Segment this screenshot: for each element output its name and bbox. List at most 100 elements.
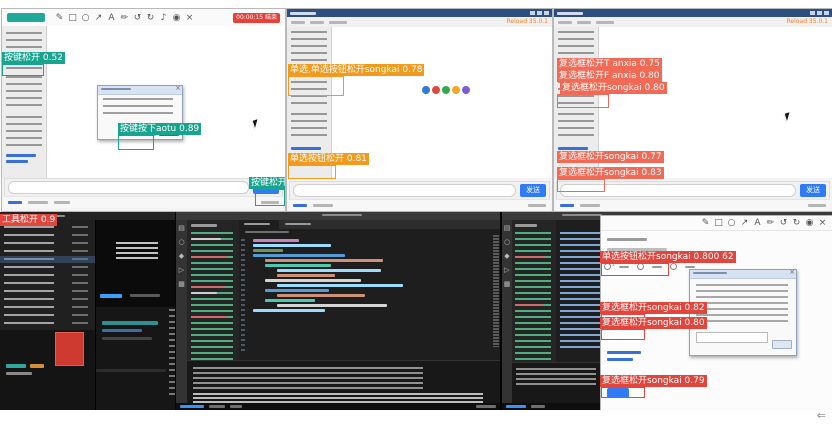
ellipse-icon[interactable]: ○ [727, 216, 736, 230]
menu-item-skeleton[interactable] [291, 21, 305, 24]
link-text[interactable] [607, 358, 633, 361]
status-item [209, 405, 225, 408]
search-icon[interactable]: ○ [178, 239, 184, 246]
selected-row-highlight[interactable] [0, 256, 95, 263]
menu-item-skeleton[interactable] [558, 21, 572, 24]
scrollbar[interactable] [96, 369, 166, 372]
mic-icon[interactable]: ◉ [805, 216, 814, 230]
detection-box [557, 94, 609, 108]
close-icon[interactable]: × [185, 11, 194, 25]
terminal-panel[interactable] [187, 360, 500, 403]
annotation-toolbar: ✎ □ ○ ↗ A ✏ ↺ ↻ ◉ × [601, 216, 832, 231]
transport-controls-skeleton[interactable] [130, 294, 160, 297]
toolbar-icons: ✎ □ ○ ↗ A ✏ ↺ ↻ ♪ ◉ × [55, 11, 194, 25]
project-clip-list[interactable] [0, 220, 96, 330]
mic-icon[interactable]: ◉ [172, 11, 181, 25]
message-bar: 发送 [289, 181, 550, 200]
tool-icon-strip[interactable] [169, 309, 175, 399]
speaker-icon[interactable]: ♪ [159, 11, 168, 25]
file-row[interactable] [191, 238, 221, 240]
rectangle-icon[interactable]: □ [68, 11, 77, 25]
tab-active[interactable] [239, 220, 279, 229]
code-line [265, 299, 315, 302]
message-input[interactable] [8, 181, 249, 194]
detection-box [2, 64, 44, 76]
line-numbers-skeleton [241, 239, 245, 351]
run-debug-icon[interactable]: ▷ [504, 267, 509, 274]
search-icon[interactable]: ○ [504, 239, 510, 246]
file-row[interactable] [191, 292, 217, 294]
extensions-icon[interactable]: ▦ [178, 281, 185, 288]
sidebar-link[interactable] [6, 154, 36, 157]
files-icon[interactable]: ▤ [178, 225, 185, 232]
timeline-clip[interactable] [102, 329, 142, 332]
rectangle-icon[interactable]: □ [714, 216, 723, 230]
send-button[interactable]: 发送 [520, 184, 546, 197]
message-input[interactable] [293, 184, 516, 197]
timeline-panel[interactable] [96, 307, 175, 410]
settings-text-skeleton [558, 113, 594, 139]
dialog-button[interactable] [772, 340, 792, 349]
detection-label: 复选框松开songkai 0.79 [600, 375, 707, 387]
extensions-icon[interactable]: ▦ [504, 281, 511, 288]
record-button[interactable] [7, 13, 45, 22]
code-line [265, 279, 361, 282]
status-bar [4, 196, 283, 208]
sidebar-link[interactable] [558, 147, 588, 150]
menu-item-skeleton[interactable] [596, 21, 614, 24]
menu-item-skeleton[interactable] [577, 21, 591, 24]
text-icon[interactable]: A [107, 11, 116, 25]
sidebar-link[interactable] [6, 160, 28, 163]
file-row-modified[interactable] [191, 256, 227, 258]
back-arrow-icon[interactable]: ⇐ [817, 409, 826, 422]
detection-label: 按键松开 0.52 [2, 52, 65, 64]
radio-button[interactable] [670, 263, 677, 270]
ellipse-icon[interactable]: ○ [81, 11, 90, 25]
panel-code-editor: ▤ ○ ◆ ▷ ▦ [176, 212, 500, 410]
window-title-skeleton [562, 214, 602, 216]
redo-icon[interactable]: ↻ [792, 216, 801, 230]
file-row-modified[interactable] [515, 304, 543, 306]
run-debug-icon[interactable]: ▷ [179, 267, 184, 274]
pen-icon[interactable]: ✎ [55, 11, 64, 25]
status-item [531, 405, 545, 408]
redo-icon[interactable]: ↻ [146, 11, 155, 25]
file-row-modified[interactable] [515, 256, 545, 258]
arrow-icon[interactable]: ↗ [94, 11, 103, 25]
code-area[interactable] [239, 235, 500, 314]
minimap[interactable] [493, 235, 499, 347]
window-buttons[interactable] [810, 11, 829, 15]
timeline-clip[interactable] [102, 321, 158, 325]
settings-sidebar [2, 26, 47, 178]
close-icon[interactable]: × [818, 216, 827, 230]
reload-version-text[interactable]: Reload 35.0.1 [787, 17, 828, 27]
reload-version-text[interactable]: Reload 35.0.1 [507, 17, 548, 27]
files-icon[interactable]: ▤ [504, 225, 511, 232]
source-control-icon[interactable]: ◆ [504, 253, 509, 260]
dialog-input[interactable] [696, 332, 768, 343]
source-control-icon[interactable]: ◆ [179, 253, 184, 260]
tab-inactive[interactable] [280, 220, 320, 229]
link-text[interactable] [607, 351, 641, 354]
file-row-modified[interactable] [191, 286, 225, 288]
brush-icon[interactable]: ✏ [120, 11, 129, 25]
logo-dot [462, 86, 470, 94]
status-item [293, 204, 307, 207]
menu-item-skeleton[interactable] [329, 21, 347, 24]
arrow-icon[interactable]: ↗ [740, 216, 749, 230]
send-button[interactable]: 发送 [800, 184, 826, 197]
sidebar-link[interactable] [291, 147, 321, 150]
dialog-close-icon[interactable]: × [789, 268, 795, 276]
remote-indicator[interactable] [506, 405, 526, 408]
window-buttons[interactable] [530, 11, 549, 15]
pen-icon[interactable]: ✎ [701, 216, 710, 230]
remote-indicator[interactable] [180, 405, 204, 408]
timeline-clip[interactable] [102, 337, 152, 340]
file-row-modified[interactable] [191, 316, 227, 318]
dialog-close-icon[interactable]: × [175, 84, 181, 92]
text-icon[interactable]: A [753, 216, 762, 230]
menu-item-skeleton[interactable] [310, 21, 324, 24]
undo-icon[interactable]: ↺ [779, 216, 788, 230]
brush-icon[interactable]: ✏ [766, 216, 775, 230]
undo-icon[interactable]: ↺ [133, 11, 142, 25]
